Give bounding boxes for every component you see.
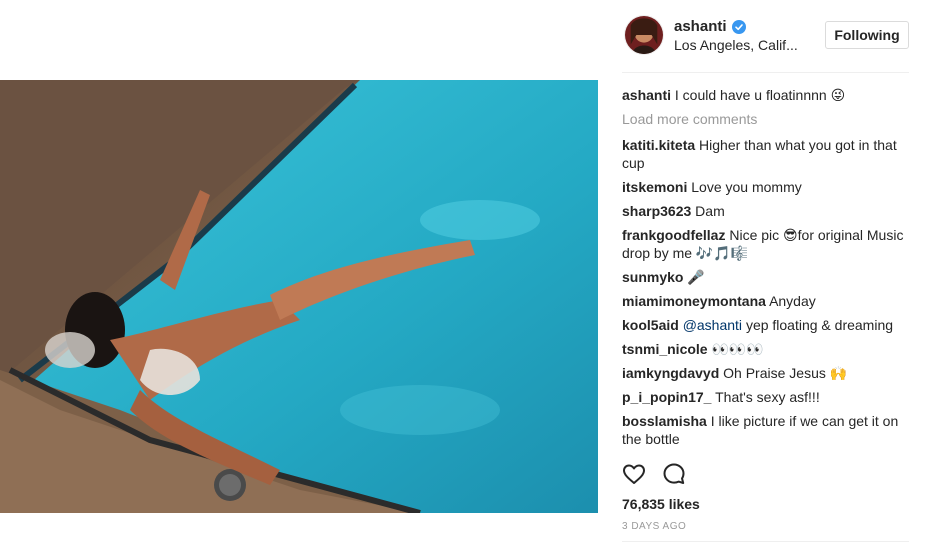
comment-item: katiti.kiteta Higher than what you got i… xyxy=(622,136,912,172)
post-header: ashanti Los Angeles, Calif... Following xyxy=(610,12,910,60)
comment-username[interactable]: frankgoodfellaz xyxy=(622,227,725,243)
post-side-panel: ashanti Los Angeles, Calif... Following … xyxy=(610,0,920,548)
load-more-comments-link[interactable]: Load more comments xyxy=(622,110,912,128)
username-link[interactable]: ashanti xyxy=(674,18,727,35)
comment-bubble-icon[interactable] xyxy=(662,462,686,486)
comment-username[interactable]: kool5aid xyxy=(622,317,679,333)
comment-item: iamkyngdavyd Oh Praise Jesus 🙌 xyxy=(622,364,912,382)
comment-item: p_i_popin17_ That's sexy asf!!! xyxy=(622,388,912,406)
comment-text: Dam xyxy=(695,203,725,219)
comment-text: Oh Praise Jesus 🙌 xyxy=(723,365,848,381)
comment-item: frankgoodfellaz Nice pic 😎for original M… xyxy=(622,226,912,262)
comment-item: sharp3623 Dam xyxy=(622,202,912,220)
comment-item: kool5aid @ashanti yep floating & dreamin… xyxy=(622,316,912,334)
comment-username[interactable]: iamkyngdavyd xyxy=(622,365,719,381)
likes-count[interactable]: 76,835 likes xyxy=(622,496,700,512)
post-actions xyxy=(622,462,686,486)
post-timestamp[interactable]: 3 DAYS AGO xyxy=(622,521,686,532)
avatar-image xyxy=(625,16,663,54)
comment-username[interactable]: p_i_popin17_ xyxy=(622,389,711,405)
comment-item: tsnmi_nicole 👀👀👀 xyxy=(622,340,912,358)
comment-username[interactable]: tsnmi_nicole xyxy=(622,341,708,357)
following-button[interactable]: Following xyxy=(825,21,909,49)
comment-text: Anyday xyxy=(769,293,816,309)
comment-username[interactable]: miamimoneymontana xyxy=(622,293,766,309)
pool-photo-image xyxy=(0,80,598,513)
comments-list: ashanti I could have u floatinnnn 😜 Load… xyxy=(622,86,912,454)
comment-text: yep floating & dreaming xyxy=(745,317,894,333)
divider xyxy=(622,72,909,73)
comment-item: sunmyko 🎤 xyxy=(622,268,912,286)
divider xyxy=(622,541,909,542)
comment-username[interactable]: itskemoni xyxy=(622,179,687,195)
comment-item: itskemoni Love you mommy xyxy=(622,178,912,196)
caption: ashanti I could have u floatinnnn 😜 xyxy=(622,86,912,104)
comment-text: Love you mommy xyxy=(691,179,802,195)
comment-text: 👀👀👀 xyxy=(711,341,764,357)
caption-text: I could have u floatinnnn 😜 xyxy=(674,87,846,103)
post-photo[interactable] xyxy=(0,80,598,513)
caption-username[interactable]: ashanti xyxy=(622,87,671,103)
comment-username[interactable]: katiti.kiteta xyxy=(622,137,695,153)
avatar[interactable] xyxy=(624,15,664,55)
comment-text: That's sexy asf!!! xyxy=(715,389,820,405)
comment-item: bosslamisha I like picture if we can get… xyxy=(622,412,912,448)
comment-username[interactable]: bosslamisha xyxy=(622,413,707,429)
comment-username[interactable]: sunmyko xyxy=(622,269,683,285)
verified-badge-icon xyxy=(731,19,746,34)
comment-text: 🎤 xyxy=(687,269,705,285)
heart-icon[interactable] xyxy=(622,462,646,486)
comment-mention-link[interactable]: @ashanti xyxy=(683,317,742,333)
comment-username[interactable]: sharp3623 xyxy=(622,203,691,219)
comment-item: miamimoneymontana Anyday xyxy=(622,292,912,310)
location-link[interactable]: Los Angeles, Calif... xyxy=(674,37,798,53)
username-line: ashanti xyxy=(674,18,746,35)
